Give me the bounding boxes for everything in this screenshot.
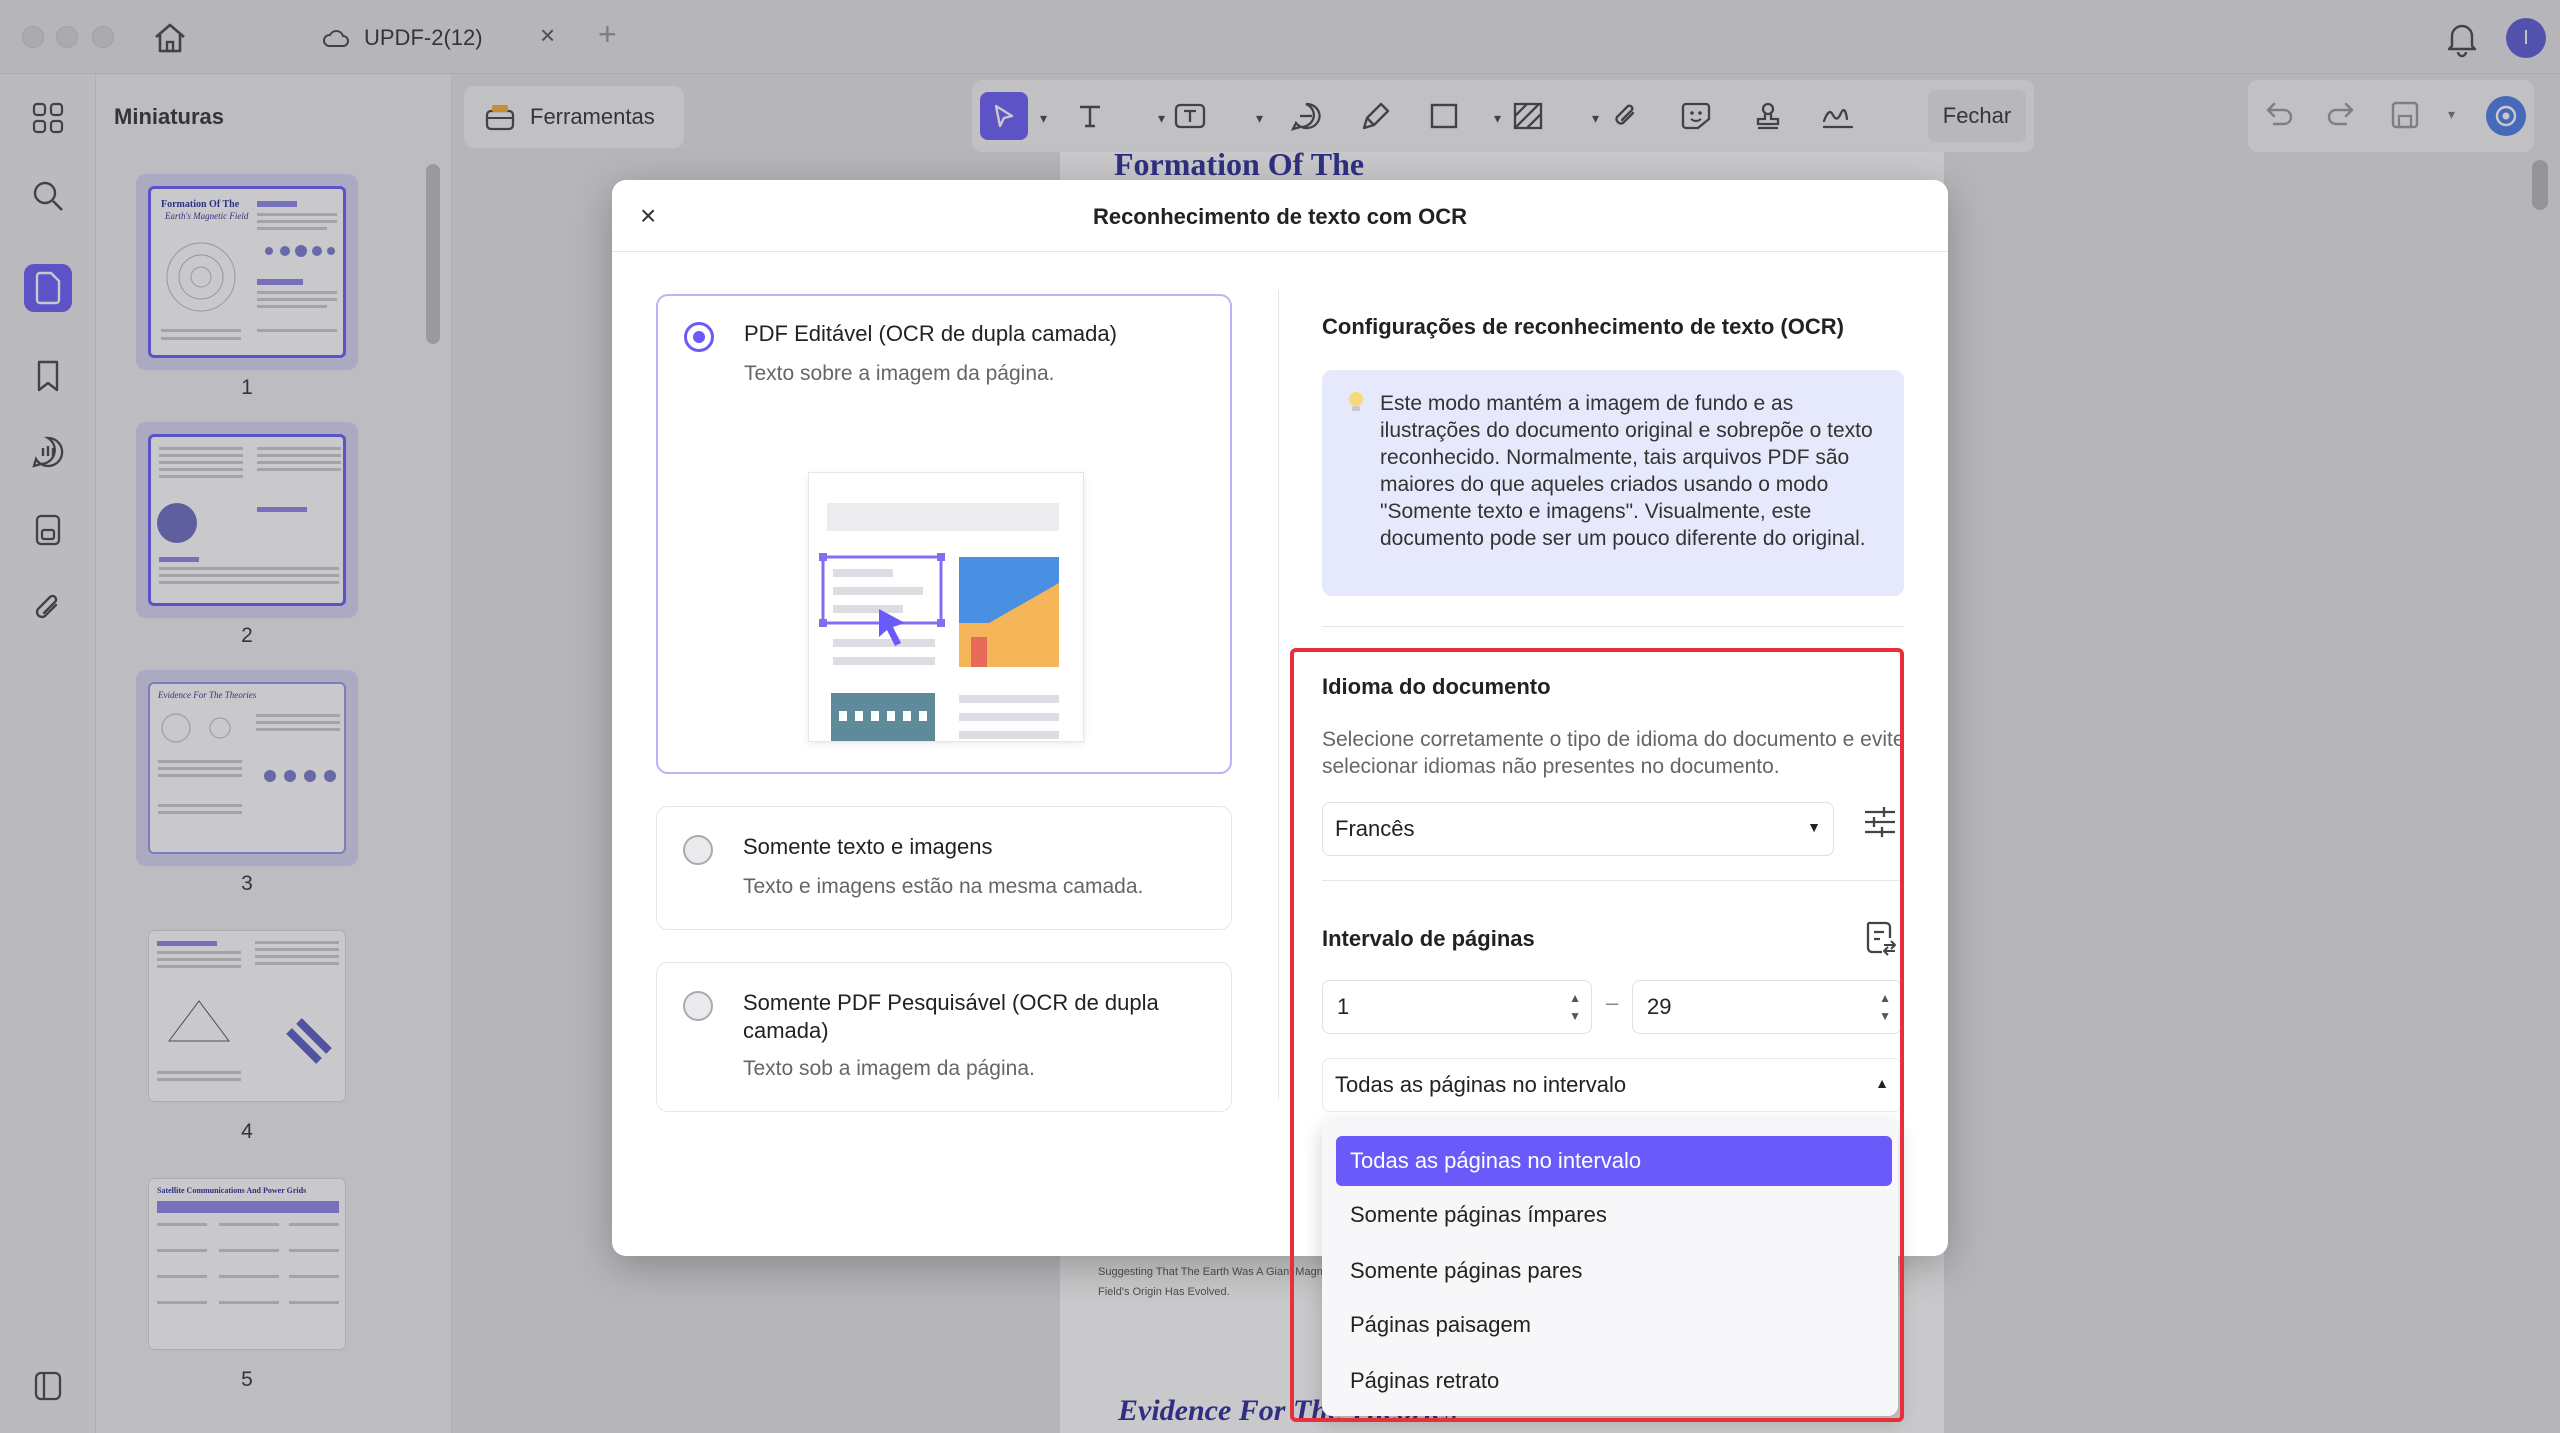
option-title: Somente texto e imagens — [743, 834, 993, 859]
dropdown-option-all[interactable]: Todas as páginas no intervalo — [1336, 1136, 1892, 1186]
page-range-to-input[interactable]: 29 ▲ ▼ — [1632, 980, 1902, 1034]
radio-searchable-pdf[interactable] — [683, 991, 713, 1021]
column-divider — [1278, 290, 1279, 1100]
caret-up-icon: ▲ — [1875, 1075, 1889, 1091]
divider — [1322, 880, 1904, 881]
option-title: PDF Editável (OCR de dupla camada) — [744, 321, 1117, 346]
info-text: Este modo mantém a imagem de fundo e as … — [1380, 392, 1873, 550]
language-select[interactable]: Francês ▼ — [1322, 802, 1834, 856]
page-range-title: Intervalo de páginas — [1322, 926, 1535, 951]
language-value: Francês — [1335, 816, 1415, 841]
radio-text-and-images[interactable] — [683, 835, 713, 865]
dropdown-option-even[interactable]: Somente páginas pares — [1336, 1246, 1892, 1296]
option-searchable-pdf[interactable]: Somente PDF Pesquisável (OCR de dupla ca… — [656, 962, 1232, 1112]
dropdown-option-portrait[interactable]: Páginas retrato — [1336, 1356, 1892, 1406]
ocr-dialog: × Reconhecimento de texto com OCR PDF Ed… — [612, 180, 1948, 1256]
stepper-arrows-icon[interactable]: ▲ ▼ — [1879, 989, 1891, 1025]
range-from-value: 1 — [1337, 994, 1350, 1019]
ocr-settings-panel: Configurações de reconhecimento de texto… — [1322, 180, 1922, 1256]
settings-title: Configurações de reconhecimento de texto… — [1322, 314, 1844, 339]
dropdown-option-landscape[interactable]: Páginas paisagem — [1336, 1300, 1892, 1350]
option-description: Texto sobre a imagem da página. — [744, 362, 1055, 385]
range-to-value: 29 — [1647, 994, 1672, 1019]
language-section-title: Idioma do documento — [1322, 674, 1551, 699]
page-subset-select[interactable]: Todas as páginas no intervalo ▲ — [1322, 1058, 1902, 1112]
dropdown-option-odd[interactable]: Somente páginas ímpares — [1336, 1190, 1892, 1240]
option-description: Texto sob a imagem da página. — [743, 1057, 1035, 1080]
lightbulb-icon — [1346, 390, 1366, 416]
option-text-and-images[interactable]: Somente texto e imagens Texto e imagens … — [656, 806, 1232, 930]
language-description: Selecione corretamente o tipo de idioma … — [1322, 728, 1905, 778]
option-editable-pdf[interactable]: PDF Editável (OCR de dupla camada) Texto… — [656, 294, 1232, 774]
page-subset-value: Todas as páginas no intervalo — [1335, 1072, 1627, 1097]
caret-down-icon: ▼ — [1807, 819, 1821, 835]
range-separator: – — [1606, 990, 1619, 1015]
radio-editable-pdf[interactable] — [684, 322, 714, 352]
option-title: Somente PDF Pesquisável (OCR de dupla ca… — [743, 990, 1159, 1043]
page-range-from-input[interactable]: 1 ▲ ▼ — [1322, 980, 1592, 1034]
option-description: Texto e imagens estão na mesma camada. — [743, 875, 1144, 898]
stepper-arrows-icon[interactable]: ▲ ▼ — [1569, 989, 1581, 1025]
page-subset-dropdown: Todas as páginas no intervalo Somente pá… — [1322, 1120, 1898, 1416]
divider — [1322, 626, 1904, 627]
page-range-icon[interactable] — [1862, 918, 1898, 958]
ocr-mode-illustration — [808, 472, 1084, 742]
settings-sliders-icon[interactable] — [1862, 802, 1898, 842]
info-box: Este modo mantém a imagem de fundo e as … — [1322, 370, 1904, 596]
